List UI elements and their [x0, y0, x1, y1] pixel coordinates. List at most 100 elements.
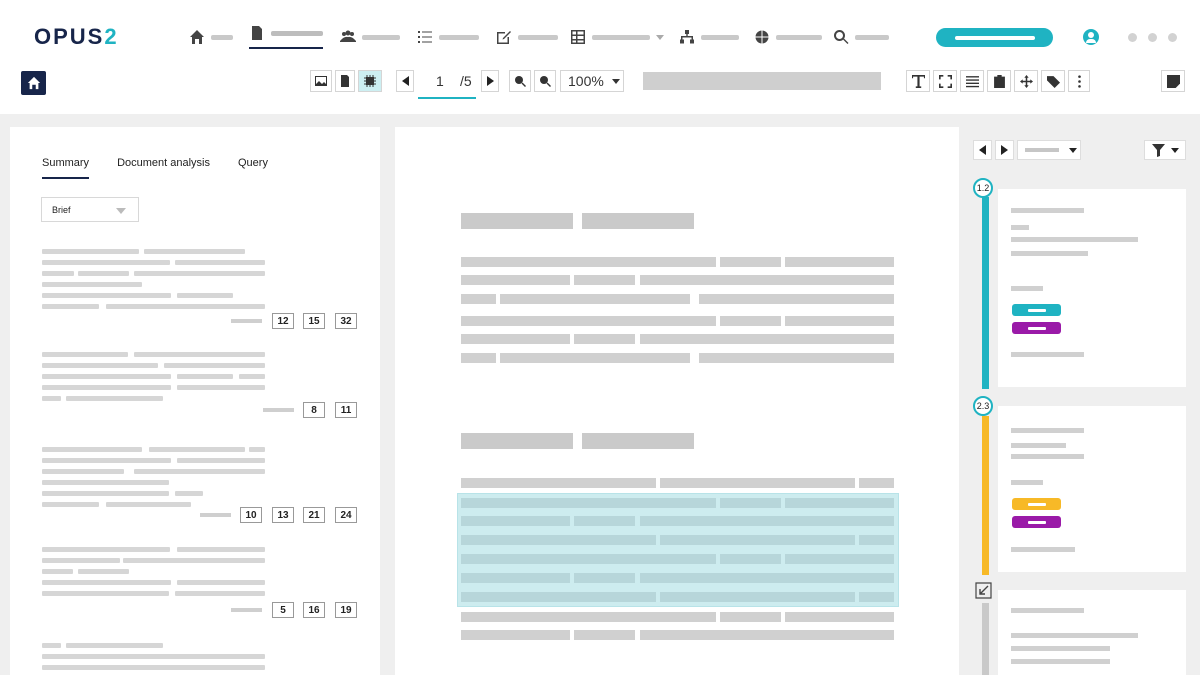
home-icon: [27, 76, 40, 90]
arrow-left-icon: [979, 145, 986, 155]
notes-panel-button[interactable]: [1161, 70, 1185, 92]
ai-view-button[interactable]: [358, 70, 382, 92]
nav-edit[interactable]: [496, 28, 558, 46]
nav-globe[interactable]: [754, 28, 822, 46]
tag-chip[interactable]: [1012, 322, 1061, 334]
annotation-card[interactable]: [998, 406, 1186, 572]
tag-chip[interactable]: [1012, 304, 1061, 316]
annotation-track: [982, 603, 989, 675]
page-ref-chip[interactable]: 13: [272, 507, 294, 523]
page-total: /5: [460, 73, 472, 89]
note-icon: [1166, 74, 1180, 88]
nav-list[interactable]: [417, 28, 479, 46]
page-ref-chip[interactable]: 11: [335, 402, 357, 418]
image-view-button[interactable]: [310, 70, 332, 92]
nav-grid[interactable]: [570, 28, 664, 46]
edit-icon: [497, 31, 511, 44]
document-toolbar: 1 /5 100%: [0, 62, 1200, 114]
nav-home[interactable]: [189, 28, 233, 46]
page-ref-chip[interactable]: 12: [272, 313, 294, 329]
next-page-button[interactable]: [481, 70, 499, 92]
nav-people[interactable]: [340, 28, 400, 46]
move-arrows-icon: [1019, 74, 1033, 88]
previous-annotation-button[interactable]: [973, 140, 992, 160]
page-ref-chip[interactable]: 16: [303, 602, 325, 618]
filter-button[interactable]: [1144, 140, 1186, 160]
document-viewer[interactable]: [395, 127, 959, 675]
previous-page-button[interactable]: [396, 70, 414, 92]
more-options-button[interactable]: [1068, 70, 1090, 92]
chevron-down-icon: [1069, 147, 1077, 153]
tab-summary[interactable]: Summary: [42, 157, 90, 179]
move-tool-button[interactable]: [1014, 70, 1038, 92]
zoom-value: 100%: [568, 73, 604, 89]
tag-chip[interactable]: [1012, 516, 1061, 528]
nav-search[interactable]: [833, 28, 889, 46]
lines-tool-button[interactable]: [960, 70, 984, 92]
document-search-input[interactable]: [643, 72, 881, 90]
home-icon: [190, 30, 204, 44]
top-navigation: OPUS2: [0, 0, 1200, 62]
page-indicator[interactable]: 1 /5: [418, 70, 478, 99]
tag-chip[interactable]: [1012, 498, 1061, 510]
page-current[interactable]: 1: [436, 73, 444, 89]
image-icon: [315, 76, 327, 86]
workspace-home-button[interactable]: [21, 71, 46, 95]
highlighted-passage[interactable]: [457, 493, 899, 607]
page-ref-chip[interactable]: 5: [272, 602, 294, 618]
user-avatar-icon[interactable]: [1083, 29, 1099, 45]
document-heading: [582, 433, 694, 449]
annotation-track: [982, 416, 989, 575]
arrow-left-icon: [401, 76, 409, 86]
annotation-card[interactable]: [998, 189, 1186, 387]
page-ref-chip[interactable]: 21: [303, 507, 325, 523]
page-ref-chip[interactable]: 10: [240, 507, 262, 523]
clipboard-button[interactable]: [987, 70, 1011, 92]
page-ref-chip[interactable]: 19: [335, 602, 357, 618]
annotation-card[interactable]: [998, 590, 1186, 675]
zoom-out-icon: [540, 76, 551, 87]
tab-document-analysis[interactable]: Document analysis: [117, 157, 210, 179]
annotations-panel: 1.2 2.3: [960, 127, 1200, 675]
tag-button[interactable]: [1041, 70, 1065, 92]
chevron-down-icon: [611, 78, 620, 84]
align-lines-icon: [965, 75, 979, 87]
list-icon: [418, 31, 432, 43]
window-dot-icon: [1148, 33, 1157, 42]
annotation-badge[interactable]: 2.3: [973, 396, 993, 416]
page-ref-chip[interactable]: 32: [335, 313, 357, 329]
tab-query[interactable]: Query: [238, 157, 268, 179]
opus2-logo[interactable]: OPUS2: [34, 24, 119, 50]
document-heading: [461, 433, 573, 449]
nav-hierarchy[interactable]: [679, 28, 739, 46]
page-ref-chip[interactable]: 15: [303, 313, 325, 329]
page-ref-chip[interactable]: 24: [335, 507, 357, 523]
primary-action-button[interactable]: [936, 28, 1053, 47]
grid-icon: [571, 30, 585, 44]
document-heading: [461, 213, 573, 229]
chevron-down-icon: [1170, 147, 1179, 153]
analysis-tabs: Summary Document analysis Query: [42, 157, 268, 179]
summary-length-select[interactable]: Brief: [41, 197, 139, 222]
collapse-arrow-icon[interactable]: [975, 582, 992, 599]
summary-length-value: Brief: [52, 205, 71, 215]
chevron-down-icon: [656, 34, 664, 40]
people-icon: [340, 30, 356, 42]
arrow-right-icon: [1001, 145, 1008, 155]
next-annotation-button[interactable]: [995, 140, 1014, 160]
text-view-button[interactable]: [335, 70, 355, 92]
zoom-select[interactable]: 100%: [560, 70, 624, 92]
zoom-out-button[interactable]: [534, 70, 556, 92]
page-ref-chip[interactable]: 8: [303, 402, 325, 418]
text-tool-button[interactable]: [906, 70, 930, 92]
zoom-in-button[interactable]: [509, 70, 531, 92]
document-heading: [582, 213, 694, 229]
globe-icon: [755, 30, 769, 44]
annotation-badge[interactable]: 1.2: [973, 178, 993, 198]
page-icon: [341, 75, 349, 87]
filter-funnel-icon: [1151, 143, 1165, 157]
nav-documents[interactable]: [249, 26, 323, 49]
annotation-sort-select[interactable]: [1017, 140, 1081, 160]
window-dot-icon: [1168, 33, 1177, 42]
area-select-button[interactable]: [933, 70, 957, 92]
